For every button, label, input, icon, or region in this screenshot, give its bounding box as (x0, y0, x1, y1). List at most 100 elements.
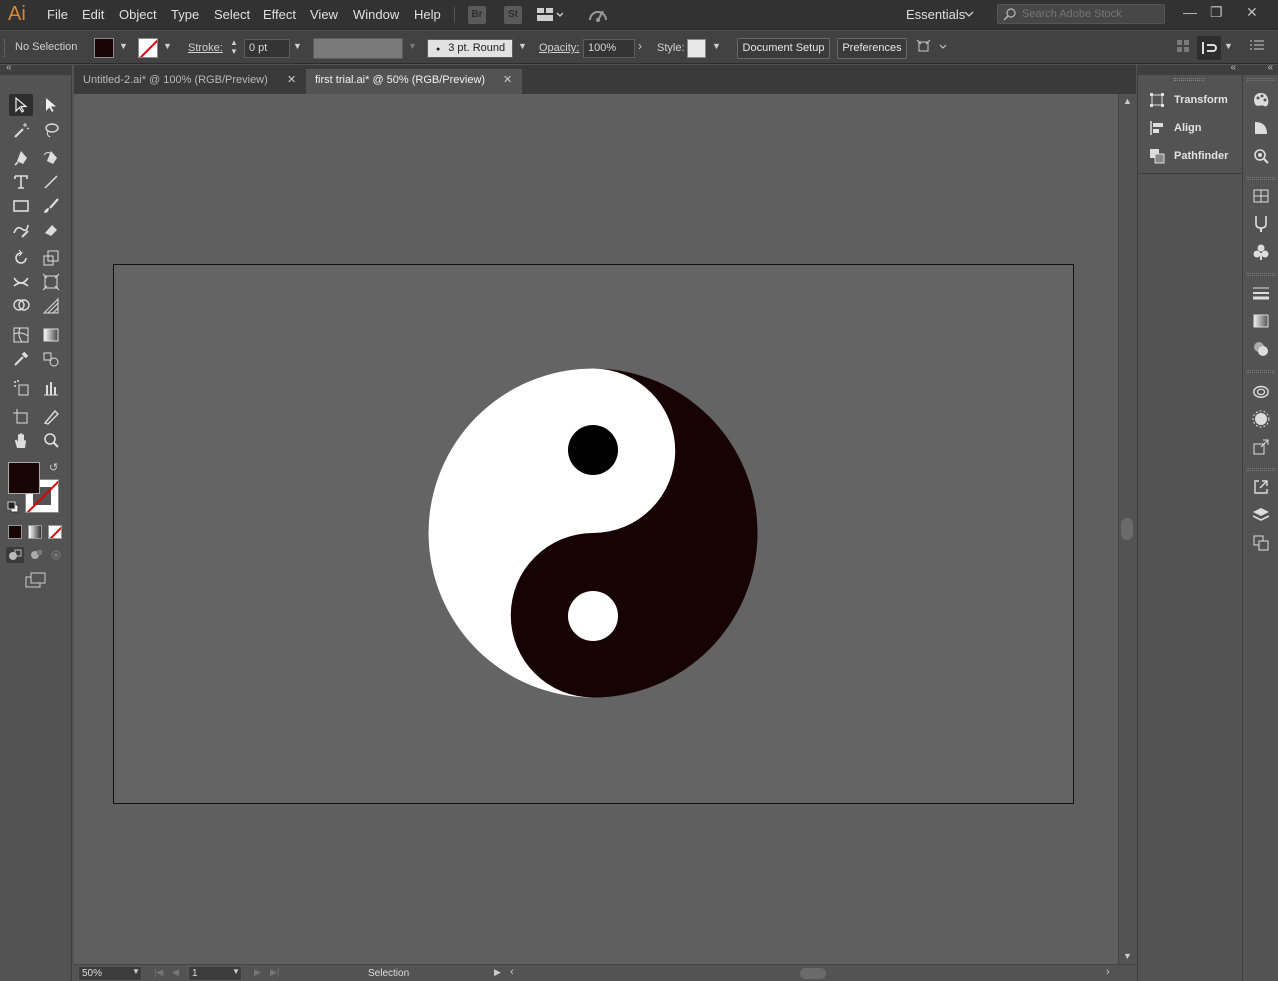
scroll-thumb[interactable] (1121, 518, 1133, 540)
perspective-grid-tool[interactable] (39, 295, 63, 317)
selection-tool[interactable] (9, 94, 33, 116)
workspace-switcher[interactable]: Essentials (906, 7, 965, 22)
preferences-button[interactable]: Preferences (837, 38, 907, 59)
menu-type[interactable]: Type (171, 7, 199, 22)
direct-selection-tool[interactable] (39, 94, 63, 116)
draw-normal-icon[interactable] (6, 547, 24, 563)
stroke-weight-chevron-icon[interactable]: ▼ (293, 41, 302, 51)
curvature-tool[interactable] (39, 147, 63, 169)
draw-inside-icon[interactable] (48, 547, 64, 566)
magic-wand-tool[interactable] (9, 119, 33, 141)
collapse-icon[interactable]: « (6, 62, 12, 73)
swap-fill-stroke-icon[interactable]: ↺ (49, 461, 58, 474)
fill-swatch[interactable] (94, 38, 114, 58)
menu-select[interactable]: Select (214, 7, 250, 22)
mesh-tool[interactable] (9, 324, 33, 346)
menu-window[interactable]: Window (353, 7, 399, 22)
artboards-icon[interactable] (1252, 534, 1270, 552)
yin-yang-artwork[interactable] (428, 368, 758, 698)
slice-tool[interactable] (39, 406, 63, 428)
panel-pathfinder[interactable]: Pathfinder (1148, 145, 1228, 167)
asset-export-icon[interactable] (1252, 438, 1270, 456)
expand-strip-icon[interactable]: « (1267, 62, 1273, 73)
stroke-label[interactable]: Stroke: (188, 42, 223, 54)
scroll-down-icon[interactable]: ▼ (1123, 951, 1132, 961)
menu-help[interactable]: Help (414, 7, 441, 22)
gpu-performance-icon[interactable] (587, 6, 609, 27)
align-to-button[interactable] (1197, 36, 1221, 60)
brush-chevron-icon[interactable]: ▼ (518, 41, 527, 51)
gradient-mode-button[interactable] (28, 525, 42, 539)
swatches-icon[interactable] (1252, 187, 1270, 205)
brushes-icon[interactable] (1252, 215, 1270, 233)
previous-artboard-icon[interactable]: ◀ (172, 967, 179, 978)
horizontal-scroll-thumb[interactable] (800, 968, 826, 979)
menu-object[interactable]: Object (119, 7, 157, 22)
screen-mode-icon[interactable] (25, 572, 47, 591)
opacity-field[interactable]: 100% (583, 39, 635, 58)
bridge-button[interactable]: Br (468, 6, 486, 24)
symbols-icon[interactable] (1252, 243, 1270, 261)
profile-chevron-icon[interactable]: ▼ (408, 41, 417, 51)
type-tool[interactable] (9, 171, 33, 193)
zoom-tool[interactable] (39, 430, 63, 452)
rectangle-tool[interactable] (9, 195, 33, 217)
panel-align[interactable]: Align (1148, 117, 1202, 139)
yin-yang-bottom-dot[interactable] (568, 591, 618, 641)
blend-tool[interactable] (39, 348, 63, 370)
menu-view[interactable]: View (310, 7, 338, 22)
default-colors-icon[interactable] (7, 501, 19, 516)
arrange-documents-icon[interactable] (537, 7, 564, 26)
column-graph-tool[interactable] (39, 377, 63, 399)
color-guide-icon[interactable] (1252, 119, 1270, 137)
yin-yang-top-dot[interactable] (568, 425, 618, 475)
symbol-sprayer-tool[interactable] (9, 377, 33, 399)
stroke-chevron-icon[interactable]: ▼ (163, 41, 172, 51)
graphic-style-swatch[interactable] (687, 39, 706, 58)
opacity-chevron-right-icon[interactable]: › (638, 39, 642, 53)
tab-untitled-2[interactable]: Untitled-2.ai* @ 100% (RGB/Preview) ✕ (74, 69, 302, 94)
scroll-up-icon[interactable]: ▲ (1123, 96, 1132, 106)
status-menu-icon[interactable]: ▶ (494, 967, 501, 978)
first-artboard-icon[interactable]: |◀ (154, 967, 163, 978)
menu-file[interactable]: File (47, 7, 68, 22)
chevron-down-icon[interactable] (964, 8, 974, 22)
panel-transform[interactable]: Transform (1148, 89, 1228, 111)
search-input[interactable] (1022, 7, 1162, 21)
scroll-left-icon[interactable]: ‹ (510, 966, 514, 978)
artboard-tool[interactable] (9, 406, 33, 428)
paintbrush-tool[interactable] (39, 195, 63, 217)
document-setup-button[interactable]: Document Setup (737, 38, 830, 59)
close-tab-icon[interactable]: ✕ (503, 69, 512, 91)
last-artboard-icon[interactable]: ▶| (270, 967, 279, 978)
stroke-stepper[interactable]: ▲ ▼ (230, 38, 238, 56)
transform-options-icon[interactable] (916, 39, 947, 58)
shape-builder-tool[interactable] (9, 295, 33, 317)
vertical-scrollbar[interactable]: ▲ ▼ (1118, 94, 1136, 964)
close-icon[interactable]: ✕ (1246, 4, 1258, 21)
fill-chevron-icon[interactable]: ▼ (119, 41, 128, 51)
stroke-panel-icon[interactable] (1252, 284, 1270, 302)
none-mode-button[interactable] (48, 525, 62, 539)
zoom-chevron-icon[interactable]: ▼ (132, 967, 140, 976)
transparency-icon[interactable] (1252, 340, 1270, 358)
close-tab-icon[interactable]: ✕ (287, 69, 296, 91)
panel-menu-icon[interactable] (1250, 40, 1264, 55)
export-icon[interactable] (1252, 478, 1270, 496)
stock-search[interactable] (997, 4, 1165, 24)
eraser-tool[interactable] (39, 219, 63, 241)
color-mode-button[interactable] (8, 525, 22, 539)
arrange-icon[interactable] (1176, 39, 1190, 56)
expand-panels-icon[interactable]: « (1230, 62, 1236, 73)
align-chevron-icon[interactable]: ▼ (1224, 41, 1233, 51)
scale-tool[interactable] (39, 247, 63, 269)
cc-libraries-icon[interactable] (1252, 382, 1270, 400)
gradient-panel-icon[interactable] (1252, 312, 1270, 330)
next-artboard-icon[interactable]: ▶ (254, 967, 261, 978)
minimize-icon[interactable]: — (1183, 4, 1197, 20)
tab-first-trial[interactable]: first trial.ai* @ 50% (RGB/Preview) ✕ (306, 69, 522, 94)
width-tool[interactable] (9, 271, 33, 293)
rotate-tool[interactable] (9, 247, 33, 269)
menu-effect[interactable]: Effect (263, 7, 296, 22)
stroke-swatch[interactable] (138, 38, 158, 58)
